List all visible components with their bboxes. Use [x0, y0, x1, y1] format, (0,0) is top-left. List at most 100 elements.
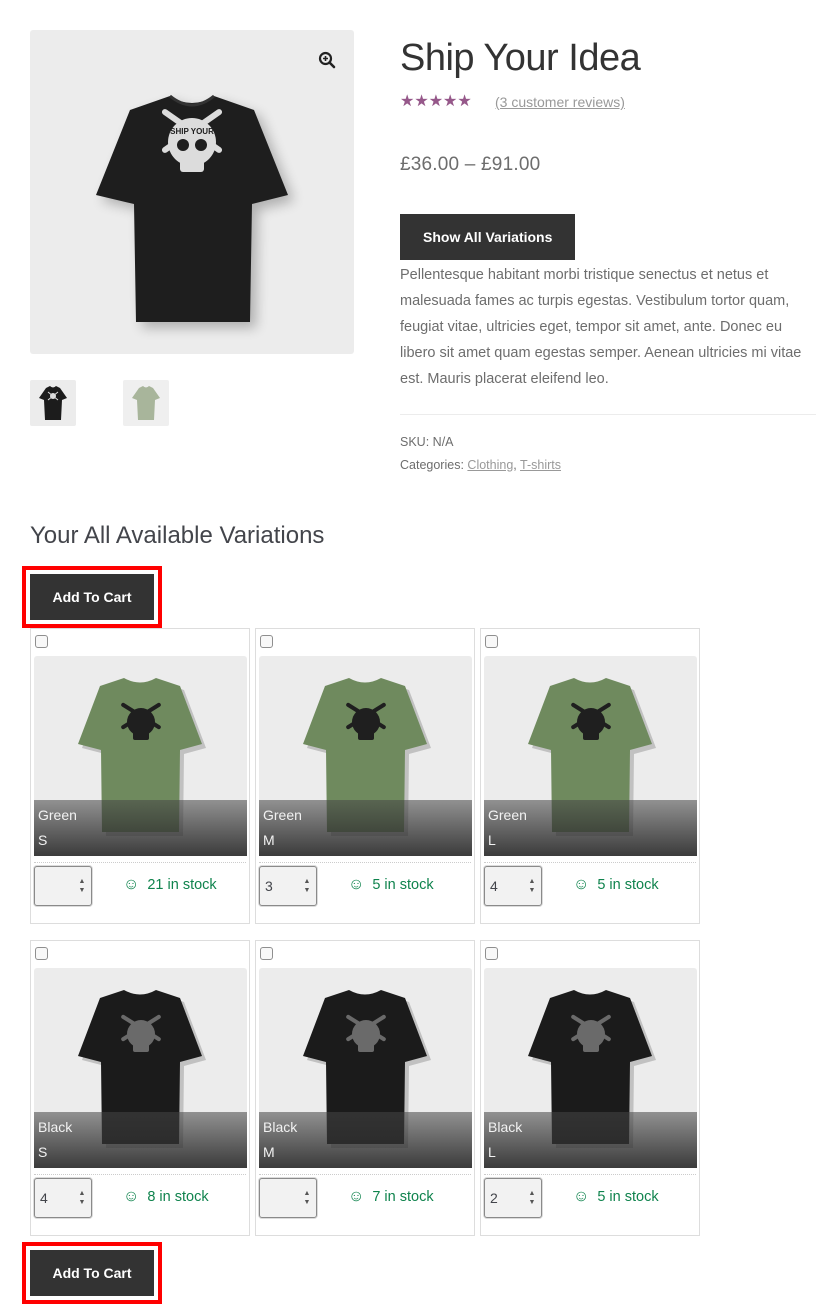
svg-text:SHIP YOUR: SHIP YOUR	[170, 127, 214, 136]
quantity-stepper[interactable]: 4 ▲ ▼	[34, 1178, 92, 1218]
thumbnail-black[interactable]	[30, 380, 76, 426]
stock-count: 5 in stock	[597, 877, 659, 893]
sku-line: SKU: N/A	[400, 431, 816, 454]
stock-status: ☺ 21 in stock	[123, 876, 217, 894]
variation-card-black-l: Black L 2 ▲ ▼ ☺ 5 in stock	[480, 940, 700, 1236]
divider	[259, 1174, 471, 1175]
variations-heading: Your All Available Variations	[30, 522, 325, 549]
product-description: Pellentesque habitant morbi tristique se…	[400, 267, 802, 387]
stock-count: 5 in stock	[597, 1189, 659, 1205]
product-meta: SKU: N/A Categories: Clothing, T-shirts	[400, 431, 816, 477]
smiley-icon: ☺	[573, 876, 590, 893]
star-rating-filled-icons: ★★★★★	[400, 94, 472, 110]
product-title: Ship Your Idea	[400, 37, 641, 79]
quantity-stepper[interactable]: ▲ ▼	[34, 866, 92, 906]
add-to-cart-button-top[interactable]: Add To Cart	[30, 574, 154, 620]
variation-select-checkbox[interactable]	[485, 947, 498, 960]
show-all-variations-button[interactable]: Show All Variations	[400, 214, 576, 260]
thumbnail-green[interactable]	[123, 380, 169, 426]
customer-reviews-link[interactable]: (3 customer reviews)	[495, 94, 625, 110]
variation-size-label: S	[38, 1144, 48, 1160]
variation-image: Black M	[259, 968, 472, 1168]
stock-count: 7 in stock	[372, 1189, 434, 1205]
divider	[484, 1174, 696, 1175]
category-link-tshirts[interactable]: T-shirts	[520, 458, 561, 472]
divider	[484, 862, 696, 863]
product-rating: ★★★★★ ★★★★★ (3 customer reviews)	[400, 92, 816, 112]
variation-select-checkbox[interactable]	[260, 947, 273, 960]
variation-card-green-s: Green S ▲ ▼ ☺ 21 in stock	[30, 628, 250, 924]
stock-count: 8 in stock	[147, 1189, 209, 1205]
stock-status: ☺ 5 in stock	[573, 876, 659, 894]
quantity-stepper[interactable]: 3 ▲ ▼	[259, 866, 317, 906]
variations-grid: Green S ▲ ▼ ☺ 21 in stock Green M 3 ▲ ▼ …	[30, 628, 702, 1236]
variation-card-green-m: Green M 3 ▲ ▼ ☺ 5 in stock	[255, 628, 475, 924]
variation-select-checkbox[interactable]	[260, 635, 273, 648]
category-link-clothing[interactable]: Clothing	[467, 458, 513, 472]
smiley-icon: ☺	[573, 1188, 590, 1205]
variation-card-black-s: Black S 4 ▲ ▼ ☺ 8 in stock	[30, 940, 250, 1236]
gallery-thumbnails	[30, 380, 169, 426]
quantity-stepper[interactable]: 2 ▲ ▼	[484, 1178, 542, 1218]
divider	[259, 862, 471, 863]
divider	[400, 414, 816, 415]
variation-image: Green L	[484, 656, 697, 856]
stock-status: ☺ 5 in stock	[348, 876, 434, 894]
quantity-value: 3	[265, 878, 273, 894]
magnifier-plus-icon	[318, 51, 336, 69]
smiley-icon: ☺	[348, 1188, 365, 1205]
product-summary: Ship Your Idea ★★★★★ ★★★★★ (3 customer r…	[400, 30, 816, 477]
quantity-value: 4	[490, 878, 498, 894]
star-rating: ★★★★★ ★★★★★	[400, 94, 484, 110]
stepper-arrows-icon[interactable]: ▲ ▼	[78, 1189, 86, 1207]
stepper-arrows-icon[interactable]: ▲ ▼	[303, 1189, 311, 1207]
product-price: £36.00 – £91.00	[400, 154, 541, 175]
stepper-arrows-icon[interactable]: ▲ ▼	[528, 1189, 536, 1207]
category-separator: ,	[513, 458, 517, 472]
quantity-stepper[interactable]: ▲ ▼	[259, 1178, 317, 1218]
variation-size-label: M	[263, 1144, 275, 1160]
variation-size-label: M	[263, 832, 275, 848]
add-to-cart-button-bottom[interactable]: Add To Cart	[30, 1250, 154, 1296]
stock-status: ☺ 5 in stock	[573, 1188, 659, 1206]
variation-size-label: L	[488, 1144, 496, 1160]
product-main-image[interactable]: SHIP YOUR	[30, 30, 354, 354]
stock-count: 21 in stock	[147, 877, 217, 893]
variation-size-label: S	[38, 832, 48, 848]
highlight-frame-bottom: Add To Cart	[22, 1242, 162, 1304]
sku-label: SKU:	[400, 435, 430, 449]
stepper-arrows-icon[interactable]: ▲ ▼	[528, 877, 536, 895]
variation-image: Black L	[484, 968, 697, 1168]
variation-size-label: L	[488, 832, 496, 848]
variation-color-label: Green	[263, 807, 302, 823]
divider	[34, 862, 246, 863]
variation-image: Green M	[259, 656, 472, 856]
smiley-icon: ☺	[348, 876, 365, 893]
variation-color-label: Green	[488, 807, 527, 823]
quantity-value: 2	[490, 1190, 498, 1206]
stepper-arrows-icon[interactable]: ▲ ▼	[303, 877, 311, 895]
stepper-arrows-icon[interactable]: ▲ ▼	[78, 877, 86, 895]
variation-card-black-m: Black M ▲ ▼ ☺ 7 in stock	[255, 940, 475, 1236]
variation-card-green-l: Green L 4 ▲ ▼ ☺ 5 in stock	[480, 628, 700, 924]
quantity-stepper[interactable]: 4 ▲ ▼	[484, 866, 542, 906]
smiley-icon: ☺	[123, 1188, 140, 1205]
divider	[34, 1174, 246, 1175]
zoom-button[interactable]	[314, 47, 340, 73]
highlight-frame-top: Add To Cart	[22, 566, 162, 628]
variation-color-label: Black	[38, 1119, 73, 1135]
quantity-value: 4	[40, 1190, 48, 1206]
stock-count: 5 in stock	[372, 877, 434, 893]
variation-color-label: Black	[488, 1119, 523, 1135]
tshirt-thumb-green	[132, 386, 160, 420]
stock-status: ☺ 8 in stock	[123, 1188, 209, 1206]
categories-line: Categories: Clothing, T-shirts	[400, 454, 816, 477]
variation-select-checkbox[interactable]	[35, 635, 48, 648]
variation-color-label: Green	[38, 807, 77, 823]
variation-image: Black S	[34, 968, 247, 1168]
variation-select-checkbox[interactable]	[485, 635, 498, 648]
smiley-icon: ☺	[123, 876, 140, 893]
variation-select-checkbox[interactable]	[35, 947, 48, 960]
tshirt-image: SHIP YOUR	[96, 94, 294, 328]
variation-image: Green S	[34, 656, 247, 856]
